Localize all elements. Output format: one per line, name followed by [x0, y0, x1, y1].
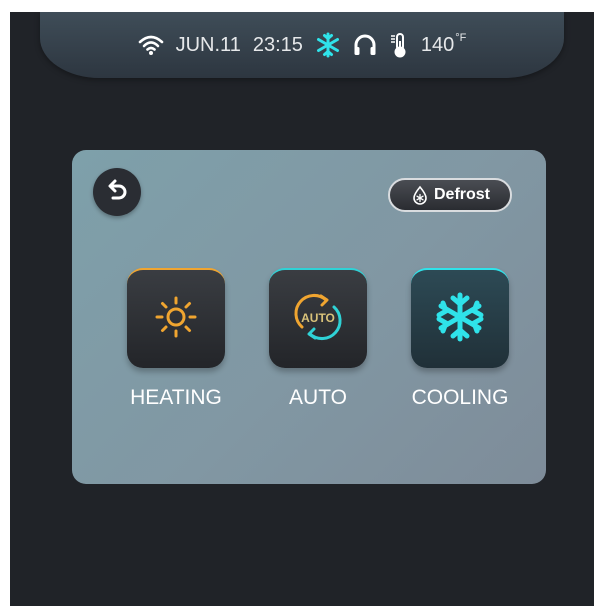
defrost-icon — [410, 185, 430, 205]
mode-cooling[interactable]: COOLING — [400, 268, 520, 410]
wifi-icon — [138, 34, 164, 56]
mode-heating[interactable]: HEATING — [116, 268, 236, 410]
defrost-button[interactable]: Defrost — [388, 178, 512, 212]
auto-cycle-icon: AUTO — [288, 287, 348, 352]
mode-auto[interactable]: AUTO AUTO — [258, 268, 378, 410]
cooling-button[interactable] — [411, 268, 509, 368]
status-bar: JUN.11 23:15 140 °F — [40, 12, 564, 78]
headphones-icon — [353, 33, 377, 57]
auto-label: AUTO — [289, 386, 347, 409]
cooling-label: COOLING — [411, 386, 509, 409]
auto-button[interactable]: AUTO — [269, 268, 367, 368]
sun-icon — [154, 295, 198, 344]
temperature-unit: °F — [455, 32, 467, 44]
temperature-value: 140 — [420, 33, 455, 56]
mode-panel: Defrost HEATING AUTO AUTO COOLING — [72, 150, 546, 484]
snowflake-icon — [434, 291, 486, 348]
status-date: JUN.11 — [175, 33, 241, 56]
snowflake-icon — [315, 32, 341, 58]
auto-icon-text: AUTO — [301, 311, 335, 325]
status-time: 23:15 — [252, 33, 303, 56]
heating-button[interactable] — [127, 268, 225, 368]
device-screen: JUN.11 23:15 140 °F Defrost HEATING AUTO… — [10, 12, 594, 606]
defrost-label: Defrost — [433, 186, 490, 203]
heating-label: HEATING — [130, 386, 222, 409]
back-arrow-icon — [104, 177, 130, 208]
back-button[interactable] — [93, 168, 141, 216]
thermometer-icon — [389, 32, 409, 58]
status-temperature: 140 °F — [420, 32, 467, 57]
